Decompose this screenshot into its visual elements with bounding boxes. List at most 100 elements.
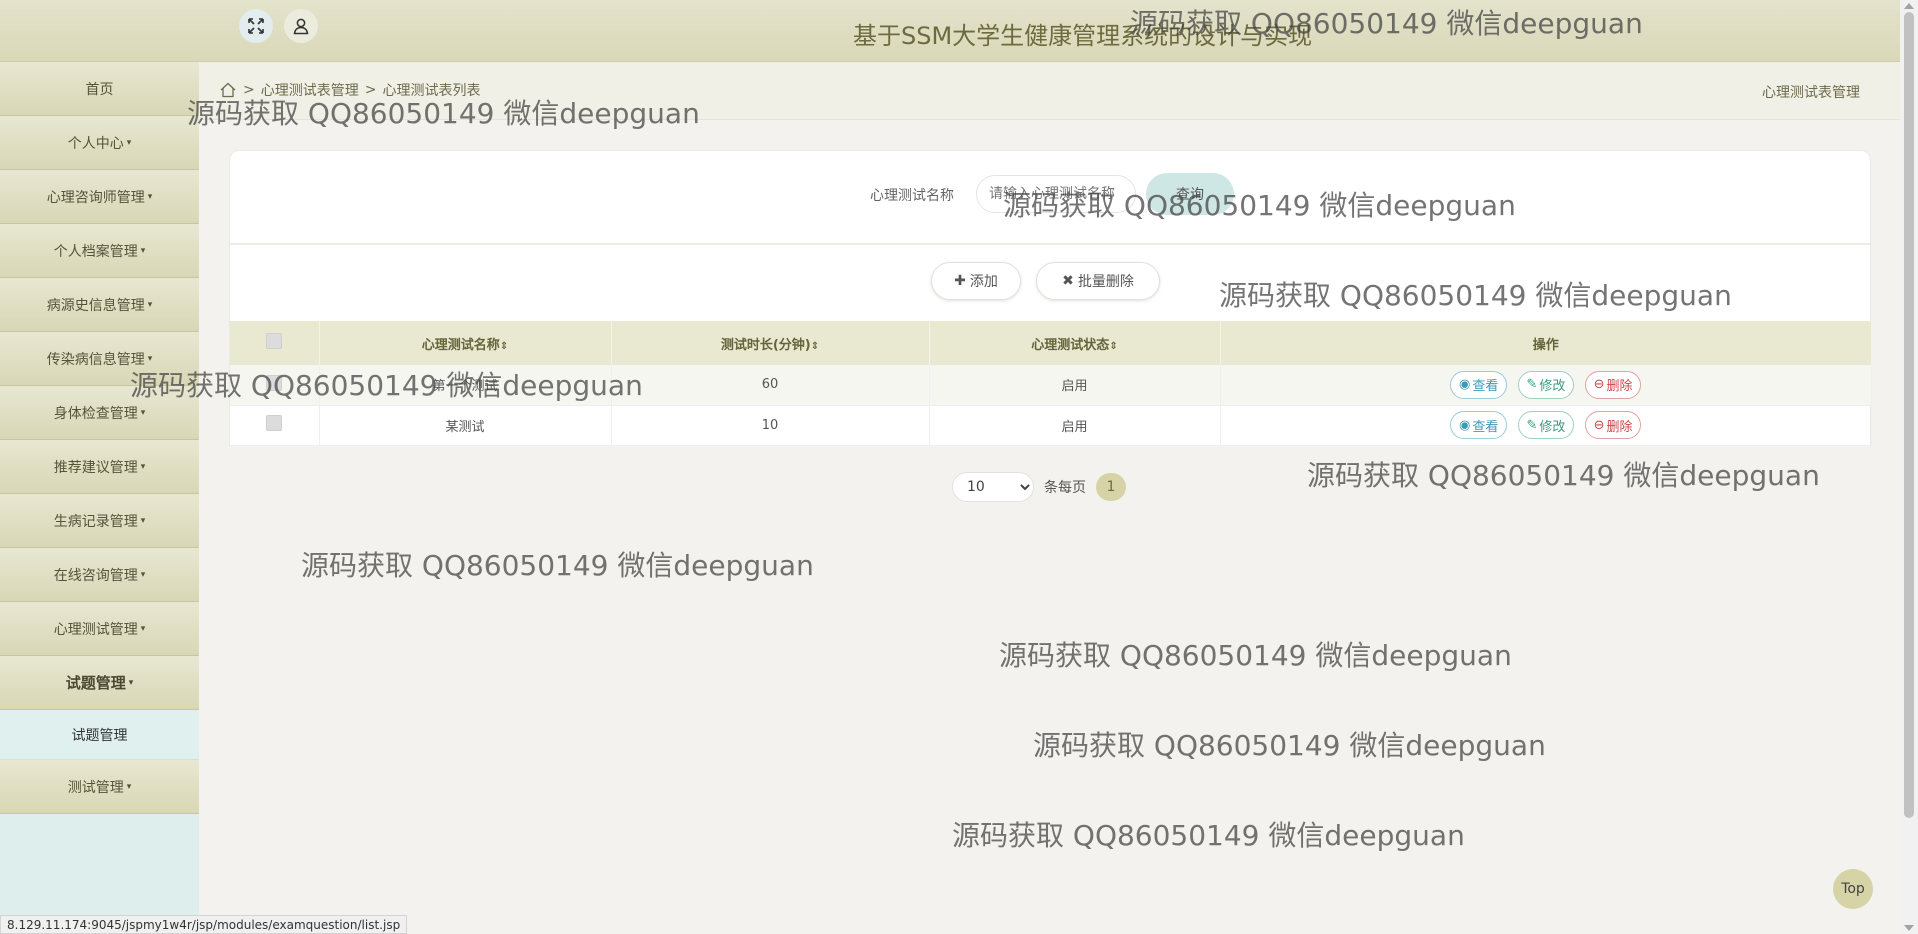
watermark-text: 源码获取 QQ86050149 微信deepguan [999, 639, 1512, 672]
page-heading: 心理测试表管理 [1762, 85, 1860, 101]
view-button[interactable]: ◉ 查看 [1450, 411, 1508, 439]
sidebar-item-psych-test[interactable]: 心理测试管理 ▾ [0, 602, 199, 656]
caret-down-icon: ▾ [140, 245, 146, 256]
sidebar-item-personal-center[interactable]: 个人中心 ▾ [0, 116, 199, 170]
search-button[interactable]: 查询 [1146, 173, 1234, 215]
sidebar-item-label: 个人中心 [67, 135, 124, 152]
eye-icon: ◉ [1459, 417, 1471, 433]
cell-status: 启用 [929, 405, 1221, 446]
sort-icon: ⇕ [810, 340, 820, 352]
breadcrumb-separator: > [364, 82, 377, 98]
sidebar-item-questions[interactable]: 试题管理 ▾ [0, 656, 199, 710]
sidebar-item-home[interactable]: 首页 [0, 62, 199, 116]
sidebar-item-label: 生病记录管理 [53, 513, 138, 530]
plus-icon: ✚ [954, 273, 966, 289]
home-icon[interactable] [219, 81, 237, 99]
cell-duration: 10 [611, 405, 930, 446]
breadcrumb-level2: 心理测试表列表 [382, 83, 481, 99]
sidebar-item-label: 推荐建议管理 [53, 459, 138, 476]
sidebar-item-medical-history[interactable]: 病源史信息管理 ▾ [0, 278, 199, 332]
delete-label: 删除 [1606, 379, 1633, 395]
breadcrumb-bar: > 心理测试表管理 > 心理测试表列表 心理测试表管理 [199, 62, 1900, 120]
view-button[interactable]: ◉ 查看 [1450, 370, 1508, 399]
row-select-cell [230, 365, 320, 406]
sidebar-item-physical-exam[interactable]: 身体检查管理 ▾ [0, 386, 199, 440]
batch-delete-button[interactable]: ✖ 批量删除 [1036, 262, 1160, 300]
sidebar-item-infectious[interactable]: 传染病信息管理 ▾ [0, 332, 199, 386]
sidebar-item-label: 首页 [85, 81, 114, 98]
sidebar-item-counselor[interactable]: 心理咨询师管理 ▾ [0, 170, 199, 224]
column-header-name[interactable]: 心理测试名称⇕ [319, 321, 612, 365]
column-header-duration[interactable]: 测试时长(分钟)⇕ [611, 321, 930, 365]
caret-down-icon: ▾ [147, 299, 153, 310]
watermark-text: 源码获取 QQ86050149 微信deepguan [301, 549, 814, 582]
edit-button[interactable]: ✎ 修改 [1517, 411, 1575, 439]
vertical-scrollbar[interactable] [1900, 0, 1918, 934]
caret-down-icon: ▾ [140, 623, 146, 634]
sidebar-item-label: 试题管理 [65, 674, 126, 692]
caret-down-icon: ▾ [147, 353, 153, 364]
caret-down-icon: ▾ [126, 781, 132, 792]
row-checkbox[interactable] [266, 415, 283, 431]
watermark-text: 源码获取 QQ86050149 微信deepguan [1033, 729, 1546, 762]
add-button-label: 添加 [969, 274, 998, 290]
sidebar-subitem-label: 试题管理 [71, 727, 128, 744]
caret-down-icon: ▾ [140, 569, 146, 580]
edit-label: 修改 [1539, 419, 1566, 435]
cell-status: 启用 [929, 365, 1221, 406]
column-header-actions: 操作 [1220, 321, 1872, 365]
sidebar-item-online-consult[interactable]: 在线咨询管理 ▾ [0, 548, 199, 602]
column-header-status[interactable]: 心理测试状态⇕ [929, 321, 1221, 365]
back-to-top-button[interactable]: Top [1833, 869, 1873, 909]
cell-duration: 60 [611, 365, 930, 406]
page-button-current[interactable]: 1 [1096, 473, 1126, 501]
delete-button[interactable]: ⊖ 删除 [1584, 411, 1642, 439]
user-profile-button[interactable] [284, 9, 318, 43]
sidebar-item-illness-record[interactable]: 生病记录管理 ▾ [0, 494, 199, 548]
sidebar-item-label: 心理咨询师管理 [46, 189, 145, 206]
edit-button[interactable]: ✎ 修改 [1517, 370, 1575, 399]
column-header-label: 测试时长(分钟) [720, 337, 811, 353]
row-select-cell [230, 405, 320, 446]
data-table: 心理测试名称⇕ 测试时长(分钟)⇕ 心理测试状态⇕ 操作 第一个测试 60 启用… [230, 321, 1872, 446]
sidebar-item-label: 身体检查管理 [53, 405, 138, 422]
sidebar-subitem-questions[interactable]: 试题管理 [0, 710, 199, 760]
sidebar-item-label: 传染病信息管理 [46, 351, 145, 368]
edit-label: 修改 [1539, 379, 1566, 395]
expand-icon [248, 18, 264, 34]
scroll-down-icon[interactable] [1904, 925, 1914, 931]
fullscreen-toggle-button[interactable] [239, 9, 273, 43]
scroll-thumb[interactable] [1904, 12, 1914, 818]
sidebar-item-test-manage[interactable]: 测试管理 ▾ [0, 760, 199, 814]
scroll-up-icon[interactable] [1904, 3, 1914, 9]
select-all-checkbox[interactable] [266, 333, 283, 349]
cell-name: 某测试 [319, 405, 612, 446]
search-input[interactable] [976, 175, 1136, 213]
user-icon [293, 18, 309, 35]
search-panel: 心理测试名称 查询 [229, 150, 1871, 244]
breadcrumb-level1[interactable]: 心理测试表管理 [261, 80, 359, 100]
caret-down-icon: ▾ [140, 515, 146, 526]
sidebar-item-profile[interactable]: 个人档案管理 ▾ [0, 224, 199, 278]
select-all-cell [230, 321, 320, 365]
delete-button[interactable]: ⊖ 删除 [1584, 370, 1642, 399]
table-row: 第一个测试 60 启用 ◉ 查看 ✎ 修改 ⊖ 删除 [230, 365, 1872, 406]
row-checkbox[interactable] [266, 374, 283, 391]
watermark-text: 源码获取 QQ86050149 微信deepguan [1307, 459, 1820, 492]
delete-label: 删除 [1606, 419, 1633, 435]
table-header-row: 心理测试名称⇕ 测试时长(分钟)⇕ 心理测试状态⇕ 操作 [230, 321, 1872, 365]
status-url: 8.129.11.174:9045/jspmy1w4r/jsp/modules/… [0, 915, 408, 934]
batch-delete-label: 批量删除 [1077, 274, 1134, 290]
sidebar-item-recommendation[interactable]: 推荐建议管理 ▾ [0, 440, 199, 494]
page-size-select[interactable]: 10 [952, 472, 1034, 502]
list-panel: ✚ 添加 ✖ 批量删除 心理测试名称⇕ 测试时长(分钟)⇕ 心理测试状态⇕ 操作… [229, 244, 1872, 446]
caret-down-icon: ▾ [147, 191, 153, 202]
add-button[interactable]: ✚ 添加 [931, 262, 1021, 300]
caret-down-icon: ▾ [126, 137, 132, 148]
view-label: 查看 [1472, 419, 1499, 435]
caret-down-icon: ▾ [128, 677, 134, 688]
column-header-label: 心理测试名称 [421, 337, 500, 353]
sort-icon: ⇕ [499, 340, 509, 352]
table-row: 某测试 10 启用 ◉ 查看 ✎ 修改 ⊖ 删除 [230, 405, 1872, 446]
cell-actions: ◉ 查看 ✎ 修改 ⊖ 删除 [1220, 365, 1872, 406]
